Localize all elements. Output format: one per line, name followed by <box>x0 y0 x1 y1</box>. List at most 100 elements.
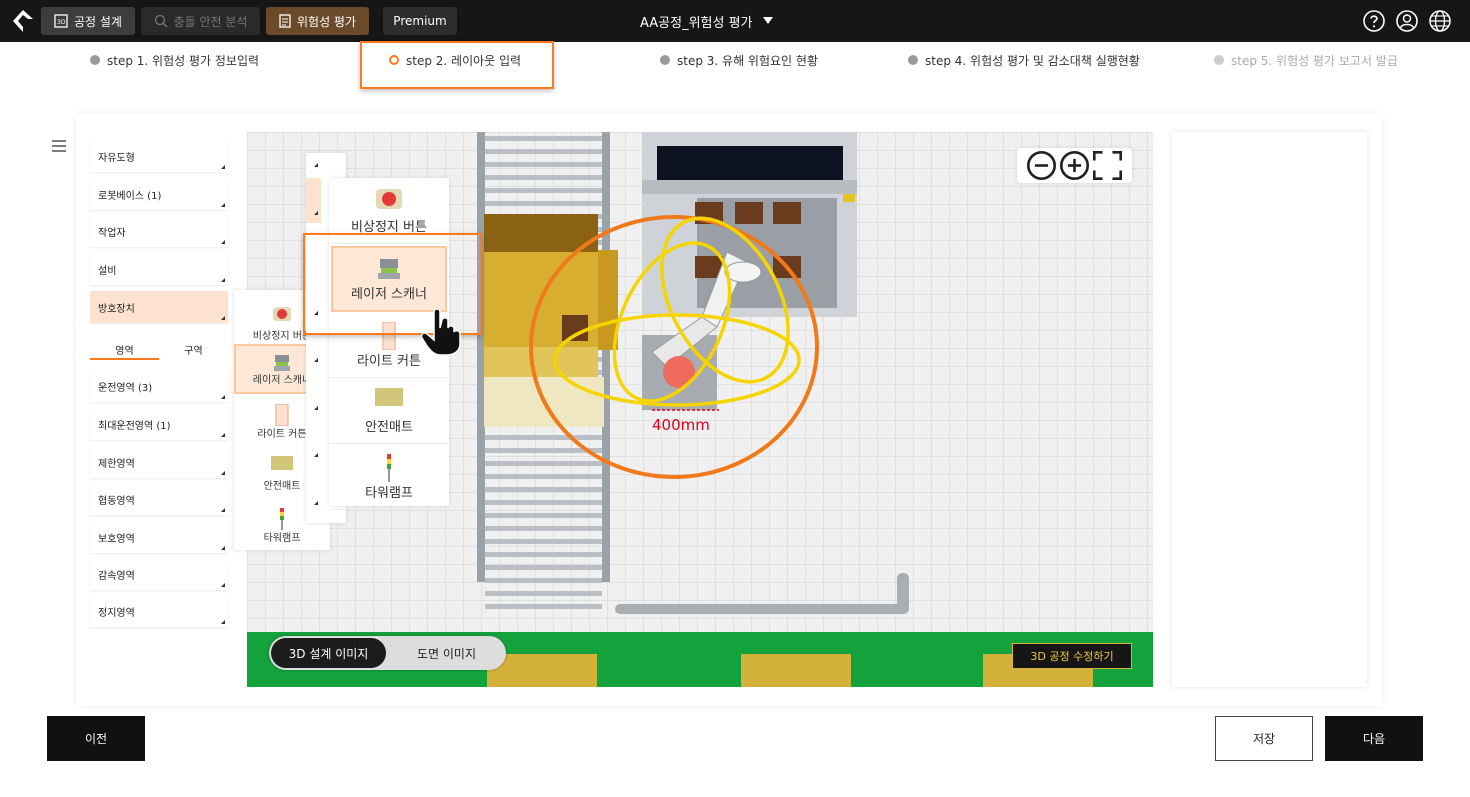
step-label: step 1. 위험성 평가 정보입력 <box>107 53 260 68</box>
step-label: step 2. 레이아웃 입력 <box>406 53 522 68</box>
zone-label: 보호영역 <box>98 533 135 545</box>
category-label: 자유도형 <box>98 152 135 164</box>
step-5: step 5. 위험성 평가 보고서 발급 <box>1214 53 1398 68</box>
caret-down-icon <box>762 17 773 24</box>
zone-label: 최대운전영역 (1) <box>98 420 171 432</box>
category-protective-device[interactable]: 방호장치 <box>90 291 228 323</box>
zone-label: 정지영역 <box>98 607 135 619</box>
category-equipment[interactable]: 설비 <box>90 253 228 285</box>
tab-label: 위험성 평가 <box>296 14 356 29</box>
tab-risk-assessment[interactable]: 위험성 평가 <box>266 7 369 35</box>
category-label: 작업자 <box>98 227 126 239</box>
user-icon[interactable] <box>1395 9 1419 33</box>
tab-zone[interactable]: 구역 <box>159 338 228 360</box>
conveyor-roller <box>485 188 602 193</box>
edit-3d-process-button[interactable]: 3D 공정 수정하기 <box>1012 643 1132 669</box>
robot-cell <box>642 132 857 317</box>
strip-highlight <box>306 178 321 223</box>
tab-collision-safety[interactable]: 충돌 안전 분석 <box>141 7 260 35</box>
conveyor-roller <box>485 435 602 440</box>
expand-toggle-icon[interactable] <box>314 501 318 505</box>
tab-area[interactable]: 영역 <box>90 338 159 360</box>
step-label: step 4. 위험성 평가 및 감소대책 실행현황 <box>925 53 1140 68</box>
category-label: 방호장치 <box>98 303 135 315</box>
zone-deceleration[interactable]: 감속영역 <box>90 558 228 590</box>
next-button[interactable]: 다음 <box>1325 716 1423 761</box>
view-3d-design[interactable]: 3D 설계 이미지 <box>271 638 386 668</box>
step-2[interactable]: step 2. 레이아웃 입력 <box>389 53 522 68</box>
safety-mat-icon <box>375 388 403 406</box>
expand-toggle-icon[interactable] <box>314 163 318 167</box>
globe-icon[interactable] <box>1428 9 1452 33</box>
zone-max-operating[interactable]: 최대운전영역 (1) <box>90 408 228 440</box>
zone-protected[interactable]: 보호영역 <box>90 521 228 553</box>
step-3[interactable]: step 3. 유해 위험요인 현황 <box>660 53 818 68</box>
help-icon[interactable] <box>1362 9 1386 33</box>
save-button[interactable]: 저장 <box>1215 716 1313 761</box>
step-dot-icon <box>908 55 918 65</box>
zone-label: 제한영역 <box>98 458 135 470</box>
tower-lamp-icon <box>387 454 391 482</box>
hand-cursor-icon <box>420 308 461 356</box>
conveyor-roller <box>485 513 602 518</box>
conveyor-roller <box>485 201 602 206</box>
zone-label: 운전영역 (3) <box>98 382 153 394</box>
category-label: 설비 <box>98 265 117 277</box>
conveyor-roller <box>485 526 602 531</box>
conveyor-roller <box>485 162 602 167</box>
zone-label: 협동영역 <box>98 495 135 507</box>
safety-mat-icon <box>271 456 293 470</box>
category-label: 로봇베이스 (1) <box>98 190 162 202</box>
tower-lamp-icon <box>280 508 284 530</box>
light-curtain-icon <box>275 404 289 426</box>
emergency-stop-icon <box>273 307 291 321</box>
zoom-out-icon[interactable] <box>1025 149 1058 182</box>
zone-stop[interactable]: 정지영역 <box>90 595 228 627</box>
measurement-label: 400mm <box>652 416 710 434</box>
hamburger-menu-icon[interactable] <box>52 140 66 152</box>
conveyor-roller <box>485 487 602 492</box>
fullscreen-icon[interactable] <box>1091 149 1124 182</box>
project-title: AA공정_위험성 평가 <box>640 15 753 31</box>
expand-toggle-icon[interactable] <box>314 211 318 215</box>
prev-button[interactable]: 이전 <box>47 716 145 761</box>
device-label: 타워램프 <box>365 486 413 501</box>
step-dot-icon <box>90 55 100 65</box>
step-dot-icon <box>1214 55 1224 65</box>
top-bar: 3D 공정 설계 충돌 안전 분석 위험성 평가 Premium AA공정_위험… <box>0 0 1470 42</box>
step-label: step 3. 유해 위험요인 현황 <box>677 53 818 68</box>
app-logo-icon[interactable] <box>12 9 34 33</box>
3d-box-icon: 3D <box>54 14 68 28</box>
category-worker[interactable]: 작업자 <box>90 215 228 247</box>
zone-operating[interactable]: 운전영역 (3) <box>90 370 228 402</box>
view-mode-toggle: 3D 설계 이미지 도면 이미지 <box>269 636 506 670</box>
collision-search-icon <box>154 14 168 28</box>
device-tower-lamp[interactable]: 타워램프 <box>329 444 449 510</box>
device-safety-mat[interactable]: 안전매트 <box>329 378 449 444</box>
step-1[interactable]: step 1. 위험성 평가 정보입력 <box>90 53 260 68</box>
expand-toggle-icon[interactable] <box>314 406 318 410</box>
area-zone-tabs: 영역 구역 <box>90 338 228 360</box>
conveyor-roller <box>485 175 602 180</box>
zoom-in-icon[interactable] <box>1058 149 1091 182</box>
zone-collaborative[interactable]: 협동영역 <box>90 483 228 515</box>
tab-process-design[interactable]: 3D 공정 설계 <box>41 7 135 35</box>
expand-toggle-icon[interactable] <box>314 453 318 457</box>
zone-restricted[interactable]: 제한영역 <box>90 446 228 478</box>
svg-text:3D: 3D <box>57 19 66 26</box>
category-free-shape[interactable]: 자유도형 <box>90 140 228 172</box>
laser-scanner-icon <box>274 355 290 371</box>
view-drawing[interactable]: 도면 이미지 <box>389 638 504 668</box>
conveyor-roller <box>485 552 602 557</box>
expand-toggle-icon[interactable] <box>314 358 318 362</box>
conveyor-roller <box>485 578 602 583</box>
step-dot-icon <box>389 55 399 65</box>
conveyor-roller <box>485 591 602 596</box>
premium-button[interactable]: Premium <box>383 7 457 35</box>
zoom-controls <box>1017 148 1132 183</box>
category-robot-base[interactable]: 로봇베이스 (1) <box>90 178 228 210</box>
conveyor-roller <box>485 149 602 154</box>
step-4[interactable]: step 4. 위험성 평가 및 감소대책 실행현황 <box>908 53 1140 68</box>
conveyor-roller <box>485 539 602 544</box>
project-selector[interactable]: AA공정_위험성 평가 <box>640 0 773 42</box>
